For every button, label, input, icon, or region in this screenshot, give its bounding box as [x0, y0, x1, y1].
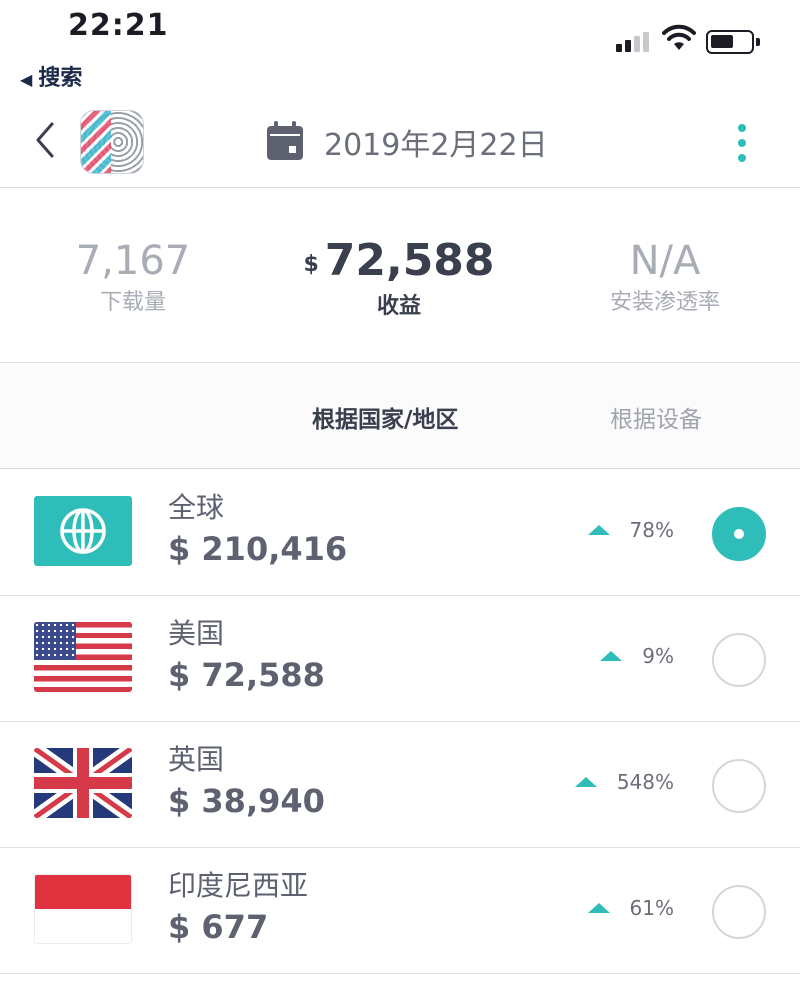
- country-name: 美国: [168, 617, 225, 650]
- back-triangle-icon: ◀: [20, 70, 33, 89]
- app-icon[interactable]: [80, 110, 144, 174]
- country-list: 全球 $ 210,416 78% 美国 $ 72,588 9% 英国 $ 38,…: [0, 470, 800, 974]
- wifi-icon: [662, 24, 696, 50]
- list-item[interactable]: 英国 $ 38,940 548%: [0, 722, 800, 848]
- segment-tabs: 根据国家/地区 根据设备: [0, 364, 800, 469]
- status-time: 22:21: [68, 8, 169, 43]
- radio-unselected[interactable]: [712, 633, 766, 687]
- trend-up-icon: [587, 525, 610, 535]
- metric-downloads[interactable]: 7,167 下载量: [0, 233, 266, 317]
- us-flag-icon: [34, 622, 132, 692]
- cellular-signal-icon: [616, 28, 652, 52]
- back-to-app-link[interactable]: ◀ 搜索: [20, 60, 82, 92]
- country-name: 印度尼西亚: [168, 869, 309, 902]
- radio-selected[interactable]: [712, 507, 766, 561]
- revenue-amount: $ 677: [168, 908, 269, 946]
- trend-up-icon: [574, 777, 597, 787]
- battery-icon: [706, 30, 760, 54]
- radio-unselected[interactable]: [712, 885, 766, 939]
- globe-icon: [34, 496, 132, 566]
- calendar-icon[interactable]: [265, 120, 305, 162]
- metric-value: N/A: [629, 238, 701, 284]
- change-percent: 548%: [574, 770, 674, 794]
- indonesia-flag-icon: [34, 874, 132, 944]
- currency-symbol: $: [303, 252, 319, 277]
- country-name: 全球: [168, 491, 225, 524]
- revenue-amount: $ 210,416: [168, 530, 348, 568]
- metric-label: 收益: [376, 294, 421, 319]
- revenue-amount: $ 38,940: [168, 782, 325, 820]
- summary-metrics: 7,167 下载量 $72,588 收益 N/A 安装渗透率: [0, 189, 800, 363]
- change-percent: 61%: [587, 896, 674, 920]
- change-percent: 9%: [600, 644, 674, 668]
- list-item[interactable]: 美国 $ 72,588 9%: [0, 596, 800, 722]
- revenue-amount: $ 72,588: [168, 656, 325, 694]
- list-item[interactable]: 全球 $ 210,416 78%: [0, 470, 800, 596]
- list-item[interactable]: 印度尼西亚 $ 677 61%: [0, 848, 800, 974]
- tab-by-country[interactable]: 根据国家/地区: [312, 400, 458, 434]
- metric-install-penetration[interactable]: N/A 安装渗透率: [532, 233, 798, 317]
- trend-up-icon: [587, 903, 610, 913]
- change-percent: 78%: [587, 518, 674, 542]
- metric-value: 72,588: [324, 235, 495, 286]
- metric-value: 7,167: [75, 238, 191, 284]
- metric-label: 下载量: [99, 290, 166, 315]
- metric-label: 安装渗透率: [609, 290, 720, 315]
- back-chevron-icon[interactable]: [30, 118, 60, 162]
- uk-flag-icon: [34, 748, 132, 818]
- top-header: 2019年2月22日: [0, 100, 800, 188]
- trend-up-icon: [600, 651, 623, 661]
- country-name: 英国: [168, 743, 225, 776]
- date-selector[interactable]: 2019年2月22日: [324, 120, 548, 164]
- radio-unselected[interactable]: [712, 759, 766, 813]
- status-bar: 22:21 ◀ 搜索: [0, 0, 800, 92]
- more-vertical-icon[interactable]: [732, 122, 752, 164]
- metric-revenue[interactable]: $72,588 收益: [266, 233, 532, 321]
- back-to-app-label: 搜索: [38, 66, 83, 91]
- tab-by-device[interactable]: 根据设备: [610, 400, 702, 434]
